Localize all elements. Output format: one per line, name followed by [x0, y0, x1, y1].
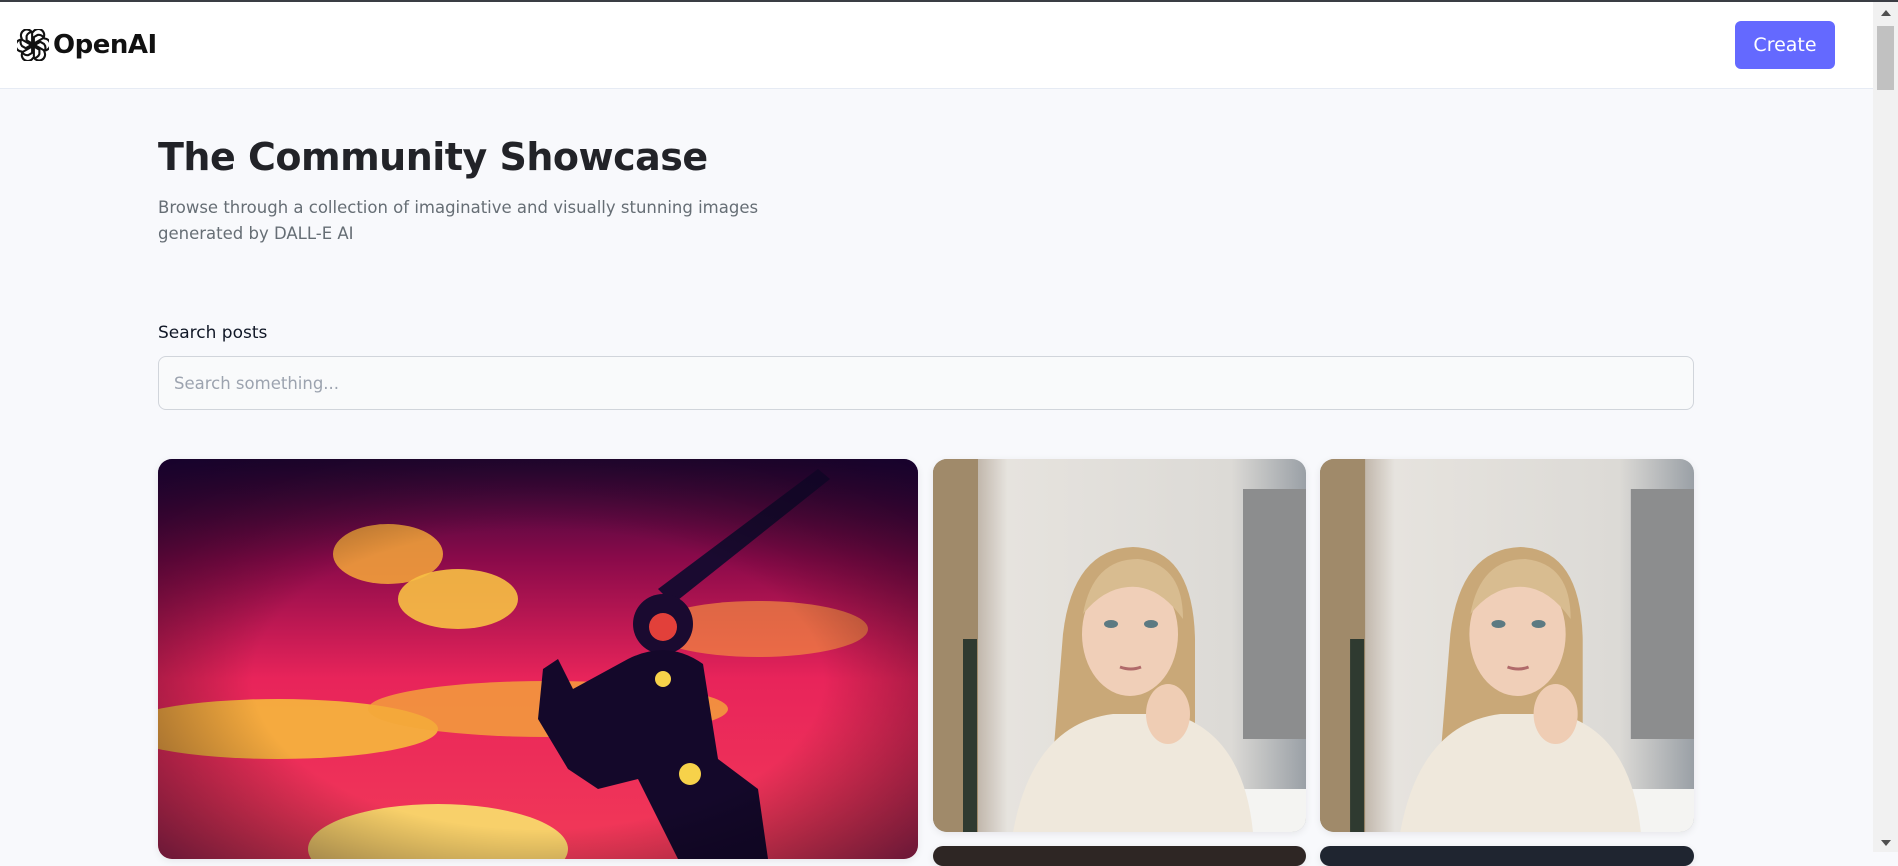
- app-header: OpenAI Create: [0, 2, 1873, 89]
- search-input[interactable]: [158, 356, 1694, 410]
- gallery-card[interactable]: [933, 846, 1306, 866]
- woman-portrait-image: [933, 459, 1306, 832]
- page-subtitle: Browse through a collection of imaginati…: [158, 198, 759, 243]
- create-button[interactable]: Create: [1735, 21, 1835, 69]
- scrollbar-thumb[interactable]: [1877, 26, 1894, 90]
- gallery-card[interactable]: [1320, 846, 1694, 866]
- scroll-up-arrow-icon[interactable]: [1881, 10, 1891, 16]
- brand-logo[interactable]: OpenAI: [17, 29, 157, 61]
- gallery-card[interactable]: [933, 459, 1306, 832]
- red-sky-figure-image: [158, 459, 918, 859]
- gallery-card[interactable]: [1320, 459, 1694, 832]
- woman-portrait-image: [1320, 459, 1694, 832]
- scroll-down-arrow-icon[interactable]: [1881, 840, 1891, 846]
- openai-logo-icon: [17, 29, 49, 61]
- vertical-scrollbar[interactable]: [1873, 2, 1898, 852]
- gallery-card[interactable]: [158, 459, 918, 859]
- search-label: Search posts: [158, 323, 268, 343]
- page-title: The Community Showcase: [158, 135, 708, 179]
- brand-name: OpenAI: [53, 30, 157, 60]
